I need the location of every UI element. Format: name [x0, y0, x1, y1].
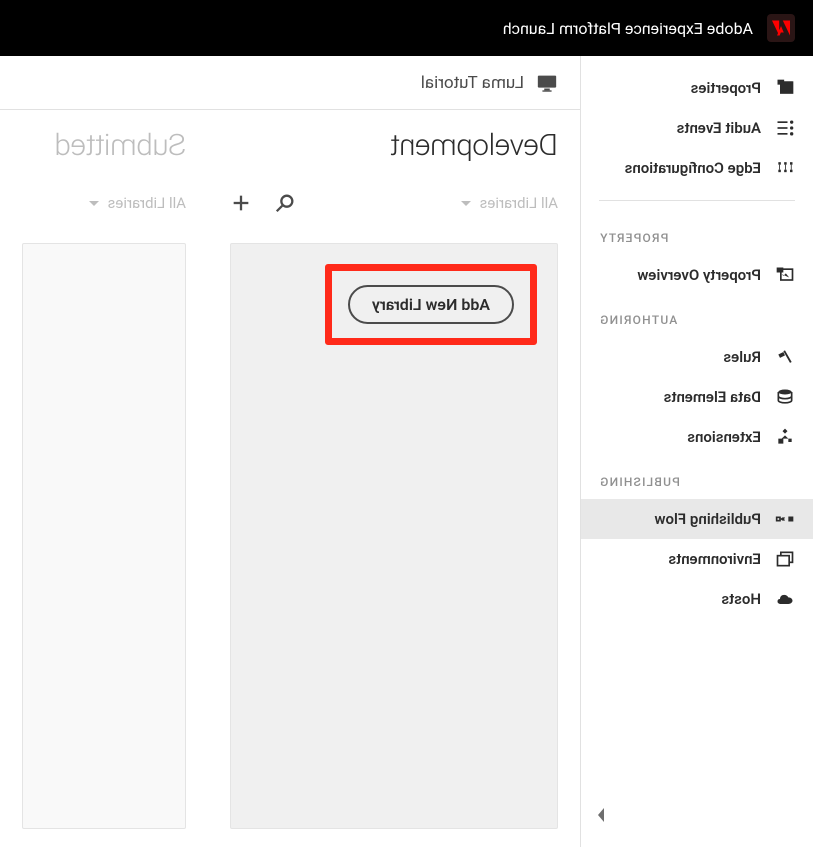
chevron-down-icon — [460, 194, 472, 212]
sidebar-item-data-elements[interactable]: Data Elements — [581, 377, 813, 417]
column-title-submitted: Submitted — [55, 128, 186, 163]
sidebar-item-audit-events[interactable]: Audit Events — [581, 108, 813, 148]
add-library-highlight: Add New Library — [325, 264, 537, 345]
app-header: Adobe Experience Platform Launch — [0, 0, 813, 56]
property-bar: Luma Tutorial — [0, 56, 580, 110]
sidebar-item-rules[interactable]: Rules — [581, 337, 813, 377]
sidebar-collapse-button[interactable] — [589, 803, 613, 827]
edge-configurations-icon — [775, 158, 795, 178]
property-name: Luma Tutorial — [421, 73, 524, 93]
sidebar-item-label: Data Elements — [664, 388, 761, 406]
rules-icon — [775, 347, 795, 367]
filter-dropdown-development[interactable]: All Libraries — [460, 194, 558, 212]
sidebar-item-hosts[interactable]: Hosts — [581, 579, 813, 619]
properties-icon — [775, 78, 795, 98]
filter-label: All Libraries — [480, 194, 558, 212]
main-content: Luma Tutorial Development All Libraries — [0, 56, 580, 847]
chevron-down-icon — [88, 194, 100, 212]
monitor-icon — [536, 72, 558, 94]
audit-events-icon — [775, 118, 795, 138]
publishing-flow-icon — [775, 509, 795, 529]
add-button[interactable] — [230, 192, 252, 214]
sidebar-item-publishing-flow[interactable]: Publishing Flow — [581, 499, 813, 539]
adobe-logo — [767, 14, 795, 42]
development-column: Development All Libraries — [208, 110, 580, 847]
hosts-icon — [775, 589, 795, 609]
sidebar-section-authoring: AUTHORING — [581, 295, 813, 337]
sidebar: Properties Audit Events Edge Configurati… — [580, 56, 813, 847]
property-overview-icon — [775, 265, 795, 285]
sidebar-item-property-overview[interactable]: Property Overview — [581, 255, 813, 295]
development-content: Add New Library — [230, 243, 558, 829]
sidebar-item-edge-configurations[interactable]: Edge Configurations — [581, 148, 813, 188]
sidebar-item-label: Audit Events — [677, 119, 761, 137]
sidebar-item-environments[interactable]: Environments — [581, 539, 813, 579]
sidebar-section-property: PROPERTY — [581, 213, 813, 255]
extensions-icon — [775, 427, 795, 447]
sidebar-divider — [599, 200, 795, 201]
add-new-library-button[interactable]: Add New Library — [348, 285, 514, 324]
header-title: Adobe Experience Platform Launch — [503, 19, 753, 38]
sidebar-item-label: Properties — [691, 79, 761, 97]
sidebar-item-label: Rules — [723, 348, 761, 366]
sidebar-item-label: Hosts — [721, 590, 761, 608]
sidebar-item-label: Publishing Flow — [654, 510, 761, 528]
search-button[interactable] — [274, 192, 296, 214]
sidebar-item-label: Edge Configurations — [625, 159, 761, 177]
sidebar-item-properties[interactable]: Properties — [581, 68, 813, 108]
submitted-column: Submitted All Libraries — [0, 110, 208, 847]
sidebar-section-publishing: PUBLISHING — [581, 457, 813, 499]
sidebar-item-label: Extensions — [687, 428, 761, 446]
filter-dropdown-submitted[interactable]: All Libraries — [88, 194, 186, 212]
filter-label: All Libraries — [108, 194, 186, 212]
environments-icon — [775, 549, 795, 569]
data-elements-icon — [775, 387, 795, 407]
column-title-development: Development — [390, 128, 558, 163]
sidebar-item-label: Property Overview — [637, 266, 761, 284]
sidebar-item-extensions[interactable]: Extensions — [581, 417, 813, 457]
submitted-content — [22, 243, 186, 829]
sidebar-item-label: Environments — [668, 550, 761, 568]
